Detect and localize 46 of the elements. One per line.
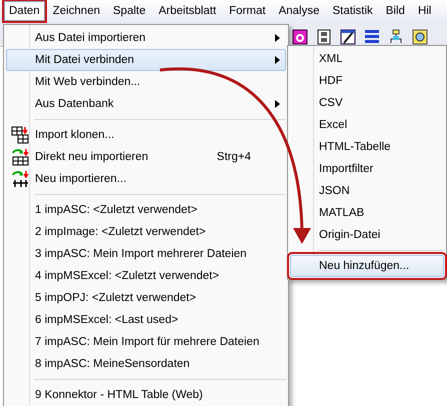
film-icon[interactable] — [316, 29, 332, 45]
pen-icon[interactable] — [340, 29, 356, 45]
menu-item[interactable]: Mit Web verbinden... — [6, 71, 286, 93]
menu-item[interactable]: Mit Datei verbinden — [6, 49, 286, 71]
hierarchy-icon[interactable] — [388, 29, 404, 45]
menu-item[interactable]: 1 impASC: <Zuletzt verwendet> — [6, 199, 286, 221]
menu-item[interactable]: Importfilter — [290, 158, 444, 180]
menu-item[interactable]: 3 impASC: Mein Import mehrerer Dateien — [6, 243, 286, 265]
menu-item[interactable]: Direkt neu importieren Strg+4 — [6, 146, 286, 168]
menu-item[interactable]: JSON — [290, 180, 444, 202]
menu-item[interactable]: CSV — [290, 92, 444, 114]
refresh-sliders-icon — [11, 170, 29, 188]
menu-title[interactable]: Statistik — [327, 1, 378, 21]
submenu-arrow-icon — [274, 56, 280, 64]
menu-item[interactable]: HTML-Tabelle — [290, 136, 444, 158]
target-icon[interactable] — [292, 29, 308, 45]
menu-item[interactable]: 4 impMSExcel: <Zuletzt verwendet> — [6, 265, 286, 287]
menu-title[interactable]: Daten — [4, 1, 45, 21]
menu-item[interactable]: HDF — [290, 70, 444, 92]
menu-item[interactable]: 8 impASC: MeineSensordaten — [6, 353, 286, 375]
menu-title[interactable]: Bild — [380, 1, 410, 21]
menu-title[interactable]: Format — [224, 1, 271, 21]
menu-item[interactable]: Import klonen... — [6, 124, 286, 146]
menu-item[interactable]: Neu importieren... — [6, 168, 286, 190]
menu-item[interactable]: Excel — [290, 114, 444, 136]
menu-item[interactable]: 6 impMSExcel: <Last used> — [6, 309, 286, 331]
table-copy-icon — [11, 126, 29, 144]
submenu-arrow-icon — [274, 34, 280, 42]
refresh-table-icon — [11, 148, 29, 166]
menu-item[interactable]: Aus Datenbank — [6, 93, 286, 115]
menu-item[interactable]: 9 Konnektor - HTML Table (Web) — [6, 384, 286, 406]
menu-item[interactable]: Origin-Datei — [290, 224, 444, 246]
menu-item[interactable]: 7 impASC: Mein Import für mehrere Dateien — [6, 331, 286, 353]
submenu-arrow-icon — [274, 100, 280, 108]
menu-title[interactable]: Spalte — [108, 1, 151, 21]
shortcut-label: Strg+4 — [216, 151, 252, 163]
menu-item[interactable]: 5 impOPJ: <Zuletzt verwendet> — [6, 287, 286, 309]
menu-title[interactable]: Analyse — [274, 1, 324, 21]
menu-item[interactable]: Neu hinzufügen... — [290, 255, 444, 277]
rows-icon[interactable] — [364, 29, 380, 45]
menu-item[interactable]: MATLAB — [290, 202, 444, 224]
menu-item[interactable]: 2 impImage: <Zuletzt verwendet> — [6, 221, 286, 243]
menu-title[interactable]: Arbeitsblatt — [154, 1, 222, 21]
menu-title[interactable]: Zeichnen — [48, 1, 105, 21]
menu-item[interactable]: XML — [290, 48, 444, 70]
menu-title[interactable]: Hil — [412, 1, 436, 21]
